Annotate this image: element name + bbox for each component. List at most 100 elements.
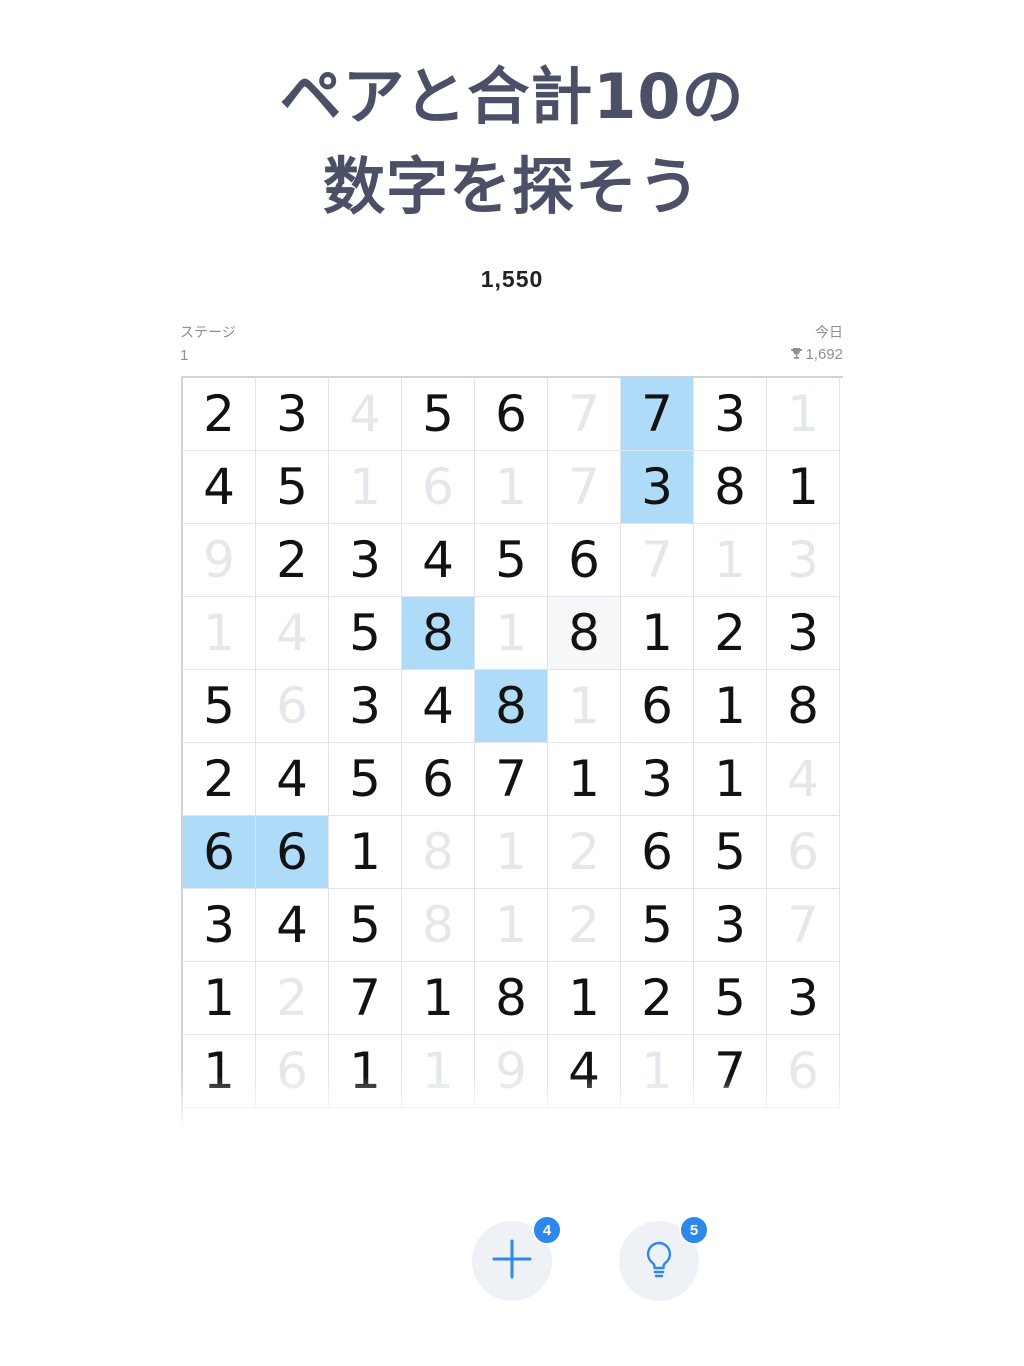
board-cell[interactable]: 5 — [621, 889, 694, 962]
board-cell[interactable]: 5 — [329, 597, 402, 670]
board-cell[interactable]: 6 — [475, 378, 548, 451]
board-cell[interactable]: 4 — [256, 889, 329, 962]
board-cell: 6 — [767, 816, 840, 889]
board-cell[interactable]: 5 — [475, 524, 548, 597]
board-cell: 7 — [548, 378, 621, 451]
board-cell: 1 — [475, 816, 548, 889]
board-cell[interactable]: 3 — [621, 743, 694, 816]
board-cell: 1 — [475, 889, 548, 962]
board-cell: 9 — [183, 524, 256, 597]
board-cell[interactable]: 6 — [621, 670, 694, 743]
board-cell[interactable]: 5 — [329, 889, 402, 962]
board-cell: 4 — [767, 743, 840, 816]
board-cell[interactable]: 2 — [256, 524, 329, 597]
board-cell[interactable]: 3 — [767, 962, 840, 1035]
board-cell[interactable]: 1 — [548, 962, 621, 1035]
board-cell: 1 — [548, 670, 621, 743]
headline-line-2: 数字を探そう — [322, 150, 701, 223]
board-cell[interactable]: 2 — [694, 597, 767, 670]
board-cell[interactable]: 5 — [256, 451, 329, 524]
board-cell: 4 — [256, 597, 329, 670]
board-cell: 1 — [475, 451, 548, 524]
board-cell: 7 — [548, 451, 621, 524]
board-cell[interactable]: 6 — [548, 524, 621, 597]
board-cell[interactable]: 1 — [329, 816, 402, 889]
board-cell[interactable]: 3 — [621, 451, 694, 524]
board-cell[interactable]: 8 — [402, 597, 475, 670]
board-cell: 1 — [183, 597, 256, 670]
board-cell[interactable]: 6 — [183, 816, 256, 889]
board-cell[interactable]: 7 — [621, 378, 694, 451]
trophy-icon — [790, 347, 803, 363]
board-cell[interactable]: 1 — [548, 743, 621, 816]
today-best: 1,692 — [790, 346, 843, 363]
board-cell[interactable]: 4 — [183, 451, 256, 524]
plus-icon — [492, 1239, 532, 1283]
board-cell[interactable]: 1 — [694, 670, 767, 743]
board-cell[interactable]: 3 — [329, 670, 402, 743]
board-cell[interactable]: 1 — [402, 962, 475, 1035]
board-cell[interactable]: 8 — [475, 670, 548, 743]
board-cell[interactable]: 4 — [402, 670, 475, 743]
board-cell: 6 — [767, 1035, 840, 1108]
board-cell[interactable]: 5 — [694, 816, 767, 889]
board-cell[interactable]: 7 — [475, 743, 548, 816]
hint-count-badge: 5 — [679, 1215, 709, 1245]
board-cell[interactable]: 7 — [329, 962, 402, 1035]
board-cell[interactable]: 1 — [183, 1035, 256, 1108]
board-cell[interactable]: 6 — [402, 743, 475, 816]
board-cell: 7 — [621, 524, 694, 597]
board-cell[interactable]: 1 — [694, 743, 767, 816]
board-cell[interactable]: 3 — [694, 378, 767, 451]
board-cell: 1 — [694, 524, 767, 597]
board-cell: 1 — [621, 1035, 694, 1108]
board-cell[interactable]: 5 — [694, 962, 767, 1035]
board-cell[interactable]: 1 — [767, 451, 840, 524]
board-cell[interactable]: 2 — [183, 743, 256, 816]
board-cell[interactable]: 5 — [402, 378, 475, 451]
hint-button[interactable]: 5 — [619, 1215, 709, 1301]
board-cell[interactable]: 6 — [256, 816, 329, 889]
board-cell: 1 — [402, 1035, 475, 1108]
board-cell[interactable]: 4 — [256, 743, 329, 816]
headline-line-1: ペアと合計10の — [279, 60, 745, 133]
board-cell[interactable]: 5 — [329, 743, 402, 816]
board-cell[interactable]: 8 — [767, 670, 840, 743]
today-best-value: 1,692 — [805, 346, 843, 363]
lightbulb-icon — [643, 1240, 675, 1282]
board-cell[interactable]: 3 — [183, 889, 256, 962]
board-cell[interactable]: 5 — [183, 670, 256, 743]
board-cell: 8 — [402, 889, 475, 962]
board-cell[interactable]: 1 — [329, 1035, 402, 1108]
board-cell: 9 — [475, 1035, 548, 1108]
add-count-badge: 4 — [532, 1215, 562, 1245]
board-cell[interactable]: 3 — [694, 889, 767, 962]
board-cell: 6 — [402, 451, 475, 524]
board-cell[interactable]: 2 — [621, 962, 694, 1035]
board-cell[interactable]: 1 — [183, 962, 256, 1035]
board-cell[interactable]: 3 — [329, 524, 402, 597]
board-cell: 7 — [767, 889, 840, 962]
score: 1,550 — [480, 266, 544, 292]
board-cell[interactable]: 4 — [548, 1035, 621, 1108]
board-cell[interactable]: 8 — [475, 962, 548, 1035]
board-cell[interactable]: 3 — [767, 597, 840, 670]
stage-value: 1 — [180, 347, 189, 364]
board-cell[interactable]: 3 — [256, 378, 329, 451]
board-cell[interactable]: 8 — [694, 451, 767, 524]
board-cell[interactable]: 8 — [548, 597, 621, 670]
board-cell: 8 — [402, 816, 475, 889]
today-label: 今日 — [815, 324, 843, 340]
board-cell[interactable]: 1 — [621, 597, 694, 670]
board-cell[interactable]: 2 — [183, 378, 256, 451]
board-cell: 6 — [256, 1035, 329, 1108]
board-cell: 4 — [329, 378, 402, 451]
board-cell: 2 — [256, 962, 329, 1035]
board-cell: 1 — [329, 451, 402, 524]
number-board: 2345677314516173819234567131458181235634… — [181, 376, 843, 1136]
add-numbers-button[interactable]: 4 — [472, 1215, 562, 1301]
board-cell: 6 — [256, 670, 329, 743]
board-cell[interactable]: 4 — [402, 524, 475, 597]
board-cell[interactable]: 7 — [694, 1035, 767, 1108]
board-cell[interactable]: 6 — [621, 816, 694, 889]
